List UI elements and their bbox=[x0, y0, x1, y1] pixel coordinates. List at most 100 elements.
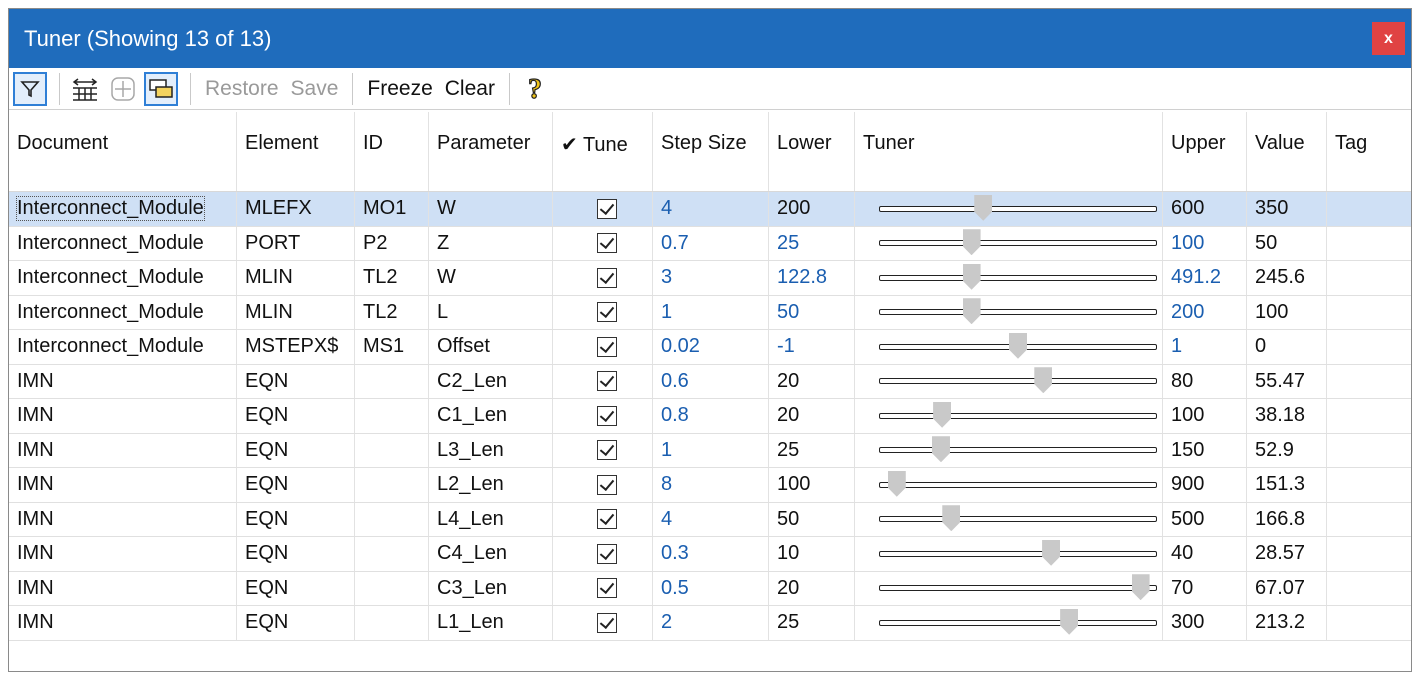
slider-track[interactable] bbox=[879, 412, 1157, 419]
cell-step-size[interactable]: 0.6 bbox=[653, 364, 769, 398]
cell-document[interactable]: Interconnect_Module bbox=[9, 330, 237, 364]
cell-element[interactable]: MSTEPX$ bbox=[237, 330, 355, 364]
slider-thumb[interactable] bbox=[962, 229, 981, 256]
cell-lower[interactable]: -1 bbox=[769, 330, 855, 364]
cell-element[interactable]: MLIN bbox=[237, 295, 355, 329]
column-header-upper[interactable]: Upper bbox=[1163, 112, 1247, 191]
cell-id[interactable] bbox=[355, 364, 429, 398]
cell-lower[interactable]: 50 bbox=[769, 295, 855, 329]
slider-track[interactable] bbox=[879, 516, 1157, 523]
cell-step-size[interactable]: 8 bbox=[653, 468, 769, 502]
window-toggle-icon[interactable] bbox=[144, 71, 178, 106]
cell-upper[interactable]: 500 bbox=[1163, 502, 1247, 536]
cell-document[interactable]: IMN bbox=[9, 571, 237, 605]
slider-track[interactable] bbox=[879, 309, 1157, 316]
cell-id[interactable] bbox=[355, 502, 429, 536]
slider-track[interactable] bbox=[879, 585, 1157, 592]
cell-lower[interactable]: 200 bbox=[769, 192, 855, 226]
restore-button[interactable]: Restore bbox=[205, 77, 279, 101]
freeze-button[interactable]: Freeze bbox=[367, 77, 432, 101]
cell-upper[interactable]: 150 bbox=[1163, 433, 1247, 467]
cell-value[interactable]: 213.2 bbox=[1247, 606, 1327, 640]
tuner-slider[interactable] bbox=[879, 434, 1157, 468]
cell-lower[interactable]: 20 bbox=[769, 399, 855, 433]
cell-element[interactable]: EQN bbox=[237, 502, 355, 536]
cell-document[interactable]: IMN bbox=[9, 537, 237, 571]
help-question-icon[interactable]: ? bbox=[518, 72, 552, 106]
tuner-slider[interactable] bbox=[879, 503, 1157, 537]
tune-checkbox[interactable] bbox=[596, 612, 617, 633]
cell-document[interactable]: Interconnect_Module bbox=[9, 226, 237, 260]
column-header-tune[interactable]: ✔ Tune bbox=[553, 112, 653, 191]
cell-id[interactable] bbox=[355, 433, 429, 467]
column-header-tuner[interactable]: Tuner bbox=[855, 112, 1163, 191]
cell-document[interactable]: IMN bbox=[9, 364, 237, 398]
cell-lower[interactable]: 25 bbox=[769, 433, 855, 467]
tuner-slider[interactable] bbox=[879, 537, 1157, 571]
cell-value[interactable]: 0 bbox=[1247, 330, 1327, 364]
slider-thumb[interactable] bbox=[1131, 574, 1150, 601]
slider-track[interactable] bbox=[879, 481, 1157, 488]
tuner-slider[interactable] bbox=[879, 330, 1157, 364]
cell-tag[interactable] bbox=[1327, 192, 1411, 226]
cell-step-size[interactable]: 1 bbox=[653, 433, 769, 467]
cell-lower[interactable]: 100 bbox=[769, 468, 855, 502]
tune-checkbox[interactable] bbox=[596, 302, 617, 323]
slider-thumb[interactable] bbox=[1042, 539, 1061, 566]
slider-thumb[interactable] bbox=[942, 505, 961, 532]
tune-checkbox[interactable] bbox=[596, 336, 617, 357]
cell-element[interactable]: MLIN bbox=[237, 261, 355, 295]
cell-tag[interactable] bbox=[1327, 503, 1411, 537]
cell-id[interactable]: MS1 bbox=[355, 330, 429, 364]
tune-checkbox[interactable] bbox=[596, 405, 617, 426]
slider-thumb[interactable] bbox=[1060, 608, 1079, 635]
tune-checkbox[interactable] bbox=[596, 578, 617, 599]
cell-upper[interactable]: 80 bbox=[1163, 364, 1247, 398]
cell-element[interactable]: EQN bbox=[237, 606, 355, 640]
tuner-slider[interactable] bbox=[879, 227, 1157, 261]
cell-tag[interactable] bbox=[1327, 296, 1411, 330]
cell-lower[interactable]: 122.8 bbox=[769, 261, 855, 295]
cell-id[interactable] bbox=[355, 399, 429, 433]
cell-step-size[interactable]: 4 bbox=[653, 502, 769, 536]
tuner-slider[interactable] bbox=[879, 606, 1157, 640]
cell-document[interactable]: IMN bbox=[9, 399, 237, 433]
cell-tag[interactable] bbox=[1327, 261, 1411, 295]
column-header-id[interactable]: ID bbox=[355, 112, 429, 191]
cell-document[interactable]: Interconnect_Module bbox=[9, 192, 237, 226]
column-header-document[interactable]: Document bbox=[9, 112, 237, 191]
table-row[interactable]: IMN EQN L4_Len 4 50 500 166.8 bbox=[9, 502, 1411, 537]
cell-element[interactable]: EQN bbox=[237, 364, 355, 398]
tuner-slider[interactable] bbox=[879, 399, 1157, 433]
cell-element[interactable]: EQN bbox=[237, 468, 355, 502]
slider-thumb[interactable] bbox=[974, 194, 993, 221]
cell-parameter[interactable]: L1_Len bbox=[429, 606, 553, 640]
slider-thumb[interactable] bbox=[887, 470, 906, 497]
cell-parameter[interactable]: C1_Len bbox=[429, 399, 553, 433]
cell-document[interactable]: IMN bbox=[9, 606, 237, 640]
cell-value[interactable]: 166.8 bbox=[1247, 502, 1327, 536]
slider-track[interactable] bbox=[879, 205, 1157, 212]
cell-lower[interactable]: 10 bbox=[769, 537, 855, 571]
cell-id[interactable] bbox=[355, 468, 429, 502]
cell-value[interactable]: 245.6 bbox=[1247, 261, 1327, 295]
cell-lower[interactable]: 50 bbox=[769, 502, 855, 536]
column-header-step-size[interactable]: Step Size bbox=[653, 112, 769, 191]
filter-icon[interactable] bbox=[13, 71, 47, 106]
cell-parameter[interactable]: L3_Len bbox=[429, 433, 553, 467]
slider-track[interactable] bbox=[879, 240, 1157, 247]
cell-parameter[interactable]: C2_Len bbox=[429, 364, 553, 398]
cell-element[interactable]: EQN bbox=[237, 537, 355, 571]
table-row[interactable]: IMN EQN C1_Len 0.8 20 100 38.18 bbox=[9, 399, 1411, 434]
cell-element[interactable]: PORT bbox=[237, 226, 355, 260]
table-row[interactable]: Interconnect_Module MLIN TL2 W 3 122.8 491.2 24… bbox=[9, 261, 1411, 296]
cell-upper[interactable]: 70 bbox=[1163, 571, 1247, 605]
cell-value[interactable]: 350 bbox=[1247, 192, 1327, 226]
cell-upper[interactable]: 40 bbox=[1163, 537, 1247, 571]
slider-thumb[interactable] bbox=[1034, 367, 1053, 394]
cell-step-size[interactable]: 4 bbox=[653, 192, 769, 226]
slider-thumb[interactable] bbox=[1009, 332, 1027, 359]
cell-tag[interactable] bbox=[1327, 227, 1411, 261]
cell-tag[interactable] bbox=[1327, 537, 1411, 571]
cell-document[interactable]: IMN bbox=[9, 468, 237, 502]
